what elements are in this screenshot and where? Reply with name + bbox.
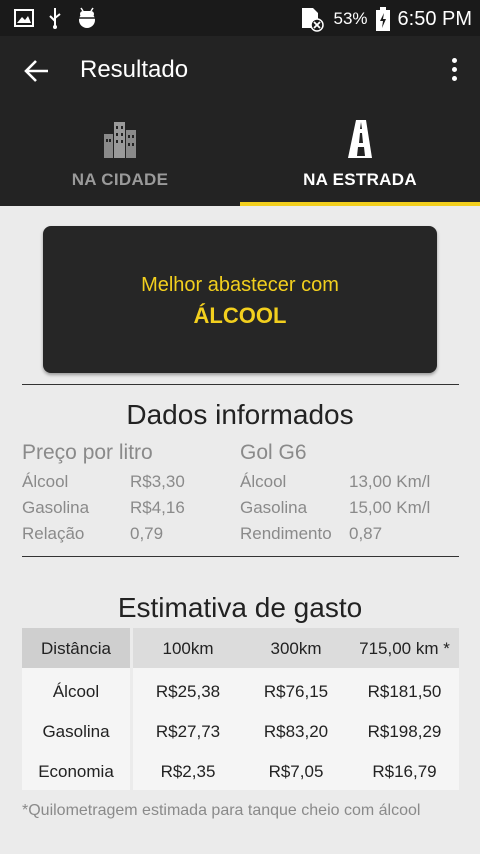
- row-label: Gasolina: [42, 722, 110, 741]
- overflow-menu-icon[interactable]: [450, 58, 458, 88]
- divider: [22, 556, 459, 557]
- price-value: 0,79: [130, 524, 164, 543]
- usb-icon: [49, 8, 61, 29]
- android-debug-icon: [79, 7, 95, 28]
- cost-cell: R$198,29: [367, 722, 442, 741]
- tab-na-estrada[interactable]: NA ESTRADA: [240, 108, 480, 206]
- battery-charging-icon: [375, 7, 390, 31]
- cost-cell: R$16,79: [372, 762, 437, 781]
- image-icon: [14, 9, 34, 27]
- cost-cell: R$83,20: [263, 722, 329, 741]
- car-label: Álcool: [240, 472, 287, 491]
- page-title: Resultado: [80, 56, 189, 83]
- car-label: Gasolina: [240, 498, 308, 517]
- row-label: Economia: [38, 762, 114, 781]
- column-header: 715,00 km *: [359, 639, 450, 658]
- row-label: Álcool: [52, 682, 100, 701]
- price-label: Relação: [22, 524, 85, 543]
- road-icon: [348, 120, 372, 158]
- section-title-estimativa: Estimativa de gasto: [117, 592, 363, 623]
- price-header: Preço por litro: [22, 441, 153, 464]
- result-card: Melhor abastecer com ÁLCOOL: [43, 226, 437, 373]
- clock: 6:50 PM: [397, 7, 472, 30]
- column-separator: [130, 628, 133, 790]
- arrow-back-icon[interactable]: [22, 56, 52, 86]
- section-title-dados: Dados informados: [126, 399, 354, 430]
- footnote: *Quilometragem estimada para tanque chei…: [22, 802, 421, 819]
- tab-label: NA ESTRADA: [303, 170, 417, 189]
- column-header: Distância: [41, 639, 111, 658]
- no-sim-icon: [302, 8, 325, 32]
- tab-indicator: [240, 202, 480, 206]
- cost-cell: R$27,73: [155, 722, 221, 741]
- price-value: R$4,16: [130, 498, 185, 517]
- result-message: Melhor abastecer com: [141, 274, 339, 296]
- cost-cell: R$25,38: [155, 682, 221, 701]
- city-buildings-icon: [104, 122, 136, 158]
- divider: [22, 384, 459, 385]
- status-bar: 53% 6:50 PM: [0, 0, 480, 36]
- price-label: Gasolina: [22, 498, 90, 517]
- price-value: R$3,30: [130, 472, 185, 491]
- cost-cell: R$76,15: [263, 682, 329, 701]
- tab-label: NA CIDADE: [71, 170, 169, 189]
- car-value: 15,00 Km/l: [349, 498, 431, 517]
- cost-cell: R$181,50: [367, 682, 442, 701]
- tab-na-cidade[interactable]: NA CIDADE: [0, 108, 240, 206]
- car-value: 0,87: [349, 524, 383, 543]
- cost-cell: R$2,35: [160, 762, 216, 781]
- tab-bar: NA CIDADE NA ESTRADA: [0, 108, 480, 206]
- car-name: Gol G6: [240, 441, 307, 464]
- car-label: Rendimento: [240, 524, 332, 543]
- cost-cell: R$7,05: [268, 762, 324, 781]
- battery-percent: 53%: [333, 9, 368, 28]
- column-header: 100km: [162, 639, 214, 658]
- car-value: 13,00 Km/l: [349, 472, 431, 491]
- app-bar: Resultado: [0, 36, 480, 108]
- column-header: 300km: [270, 639, 322, 658]
- result-fuel: ÁLCOOL: [193, 303, 287, 328]
- price-label: Álcool: [22, 472, 69, 491]
